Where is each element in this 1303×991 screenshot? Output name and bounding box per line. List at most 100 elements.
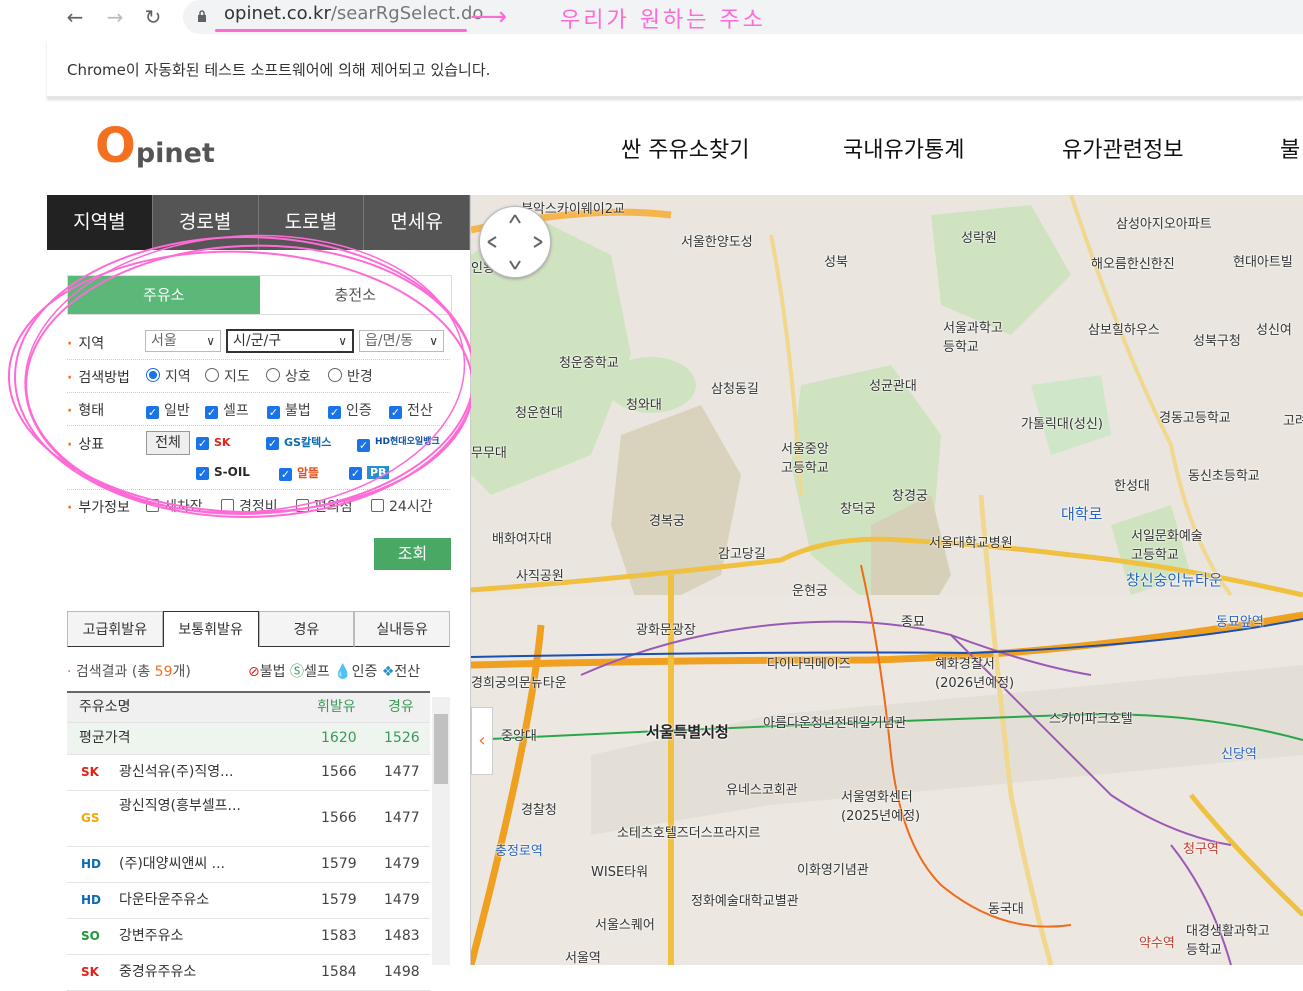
map-label: 소테츠호텔즈더스프라지르 xyxy=(617,826,761,841)
map-label: 한성대 xyxy=(1114,479,1150,494)
illegal-icon: ⊘ xyxy=(248,664,260,680)
annotation-arrow-icon: ⟶ xyxy=(470,2,508,32)
scrollbar-thumb[interactable] xyxy=(434,714,448,784)
annotation-underline xyxy=(215,29,467,32)
table-row[interactable]: HD (주)대양씨앤씨 ... 1579 1479 xyxy=(67,847,430,883)
map-label: 고려 xyxy=(1283,414,1303,429)
col-gasoline[interactable]: 휘발유 xyxy=(317,693,356,722)
map-label: 혜화경찰서(2026년예정) xyxy=(935,657,1015,691)
gasoline-price: 1566 xyxy=(321,810,357,826)
legend-certified: 인증 xyxy=(351,664,378,680)
search-submit-button[interactable]: 조회 xyxy=(374,538,451,570)
map-label: 현대아트빌 xyxy=(1233,255,1293,270)
gasoline-price: 1579 xyxy=(321,856,357,872)
map-label: 운현궁 xyxy=(792,584,828,599)
average-row: 평균가격 1620 1526 xyxy=(67,723,430,755)
nav-cheap-station[interactable]: 싼 주유소찾기 xyxy=(621,132,749,164)
map-label: 성락원 xyxy=(961,231,997,246)
map-label: 삼보힐하우스 xyxy=(1088,323,1160,338)
map-label: 성북 xyxy=(824,255,848,270)
fuel-type-tabs: 고급휘발유 보통휘발유 경유 실내등유 xyxy=(67,611,450,647)
diesel-price: 1477 xyxy=(384,810,420,826)
map-label: 배화여자대 xyxy=(492,532,552,547)
map-label: 삼성아지오아파트 xyxy=(1116,217,1212,232)
legend-illegal: 불법 xyxy=(259,664,286,680)
result-summary: · 검색결과 (총 59개) xyxy=(67,664,191,680)
map-label: 창덕궁 xyxy=(840,502,876,517)
map-label: 경복궁 xyxy=(649,514,685,529)
results-table: 주유소명 휘발유 경유 평균가격 1620 1526 SK 광신석유(주)직영.… xyxy=(67,691,430,991)
nav-more[interactable]: 불 xyxy=(1280,132,1300,164)
annotation-text: 우리가 원하는 주소 xyxy=(560,8,766,33)
reload-icon[interactable]: ↻ xyxy=(140,4,166,30)
hd-brand-icon: HD xyxy=(81,857,102,871)
map-label: 중앙대 xyxy=(501,729,537,744)
tab-regular-gasoline[interactable]: 보통휘발유 xyxy=(162,611,259,647)
map-label: 경동고등학교 xyxy=(1159,411,1231,426)
map-label: 충정로역 xyxy=(495,844,543,859)
map-label: 대학로 xyxy=(1061,505,1103,523)
table-row[interactable]: GS 광신직영(흥부셀프... 1566 1477 xyxy=(67,791,430,847)
map-view[interactable]: 북악스카이웨이2교 서울한양도성 성락원 삼성아지오아파트 해오름한신한진 현대… xyxy=(471,195,1303,965)
sk-brand-icon: SK xyxy=(81,765,99,779)
map-label: 대경생활과학고등학교 xyxy=(1186,924,1270,958)
station-name[interactable]: 다운타운주유소 xyxy=(119,883,209,918)
map-label: 서울스퀘어 xyxy=(595,918,655,933)
map-label: 성균관대 xyxy=(869,379,917,394)
certified-drop-icon: 💧 xyxy=(334,664,352,680)
map-label: 청구역 xyxy=(1183,842,1219,857)
gasoline-price: 1583 xyxy=(321,928,357,944)
map-label: 정화예술대학교별관 xyxy=(691,894,799,909)
map-pan-control[interactable] xyxy=(479,206,551,278)
map-label: 서울중앙고등학교 xyxy=(781,442,829,476)
panel-collapse-icon[interactable]: ‹ xyxy=(471,707,493,775)
nav-price-info[interactable]: 유가관련정보 xyxy=(1062,132,1183,164)
map-label: 서울대학교병원 xyxy=(929,536,1013,551)
map-label: 광화문광장 xyxy=(636,623,696,638)
col-diesel[interactable]: 경유 xyxy=(388,693,414,722)
map-label: 서일문화예술고등학교 xyxy=(1131,529,1203,563)
lock-icon xyxy=(198,10,206,22)
url-text[interactable]: opinet.co.kr/searRgSelect.do xyxy=(224,3,483,24)
table-row[interactable]: SO 강변주유소 1583 1483 xyxy=(67,919,430,955)
station-name[interactable]: 광신석유(주)직영... xyxy=(119,755,233,790)
gasoline-price: 1579 xyxy=(321,892,357,908)
table-row[interactable]: SK 광신석유(주)직영... 1566 1477 xyxy=(67,755,430,791)
forward-icon[interactable]: → xyxy=(102,4,128,30)
map-label: 성북구청 xyxy=(1193,334,1241,349)
logo-o: O xyxy=(95,118,136,174)
map-label: 약수역 xyxy=(1139,936,1175,951)
url-path: /searRgSelect.do xyxy=(330,3,484,24)
map-label: 무무대 xyxy=(471,446,507,461)
hd-brand-icon: HD xyxy=(81,893,102,907)
map-label: 창신숭인뉴타운 xyxy=(1126,571,1223,589)
result-legend: ⊘불법 Ⓢ셀프 💧인증 ❖전산 xyxy=(248,661,420,681)
map-label: 가톨릭대(성신) xyxy=(1021,417,1103,432)
map-label: 청와대 xyxy=(626,398,662,413)
tab-kerosene[interactable]: 실내등유 xyxy=(354,611,450,647)
table-row[interactable]: SK 중경유주유소 1584 1498 xyxy=(67,955,430,991)
diesel-price: 1479 xyxy=(384,892,420,908)
gasoline-price: 1566 xyxy=(321,764,357,780)
computerized-icon: ❖ xyxy=(381,664,395,680)
map-label: 해오름한신한진 xyxy=(1091,257,1175,272)
station-name[interactable]: 강변주유소 xyxy=(119,919,183,954)
diesel-price: 1498 xyxy=(384,964,420,980)
sk-brand-icon: SK xyxy=(81,965,99,979)
station-name[interactable]: 중경유주유소 xyxy=(119,955,196,990)
map-label: 서울한양도성 xyxy=(681,235,753,250)
tab-diesel[interactable]: 경유 xyxy=(258,611,355,647)
average-gasoline: 1620 xyxy=(321,730,357,746)
opinet-logo[interactable]: Opinet xyxy=(95,118,215,174)
back-icon[interactable]: ← xyxy=(62,4,88,30)
station-name[interactable]: (주)대양씨앤씨 ... xyxy=(119,847,225,882)
map-label: WISE타워 xyxy=(591,865,649,880)
table-row[interactable]: HD 다운타운주유소 1579 1479 xyxy=(67,883,430,919)
col-station-name[interactable]: 주유소명 xyxy=(79,693,131,722)
tab-premium-gasoline[interactable]: 고급휘발유 xyxy=(67,611,163,647)
legend-computerized: 전산 xyxy=(394,664,421,680)
diesel-price: 1477 xyxy=(384,764,420,780)
automation-notice: Chrome이 자동화된 테스트 소프트웨어에 의해 제어되고 있습니다. xyxy=(67,61,491,79)
station-name[interactable]: 광신직영(흥부셀프... xyxy=(119,791,241,821)
nav-domestic-stats[interactable]: 국내유가통계 xyxy=(843,132,964,164)
